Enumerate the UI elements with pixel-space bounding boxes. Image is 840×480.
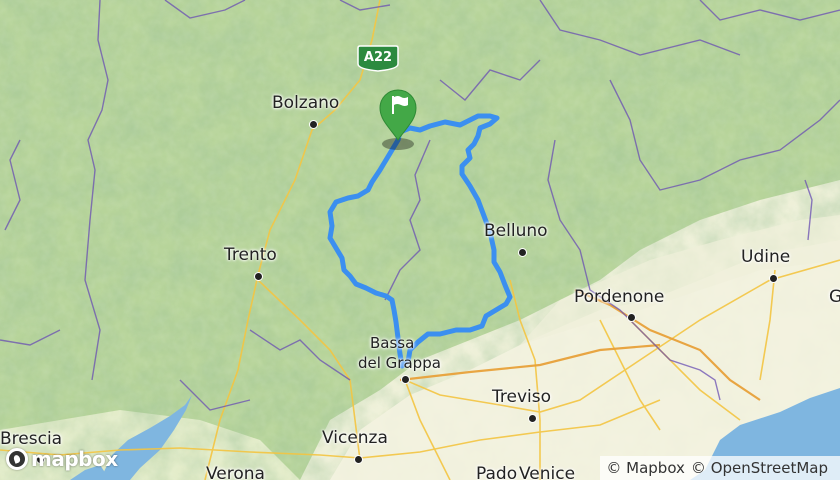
city-label-vicenza: Vicenza (322, 428, 388, 448)
city-label-edge: G (829, 287, 840, 307)
city-dot-bolzano (309, 120, 318, 129)
map-canvas[interactable]: A22 Bolzano Trento Belluno Udine Pordeno… (0, 0, 840, 480)
city-label-bolzano: Bolzano (272, 93, 340, 113)
city-label-pordenone: Pordenone (574, 287, 665, 307)
city-label-padova: Pado (476, 464, 518, 480)
city-label-trento: Trento (224, 245, 277, 265)
city-label-bassano-line1: Bassa (370, 334, 415, 352)
highway-label: A22 (363, 50, 393, 65)
city-dot-bassano (401, 375, 410, 384)
attribution-osm-link[interactable]: © OpenStreetMap (691, 459, 828, 477)
mapbox-logo-text: mapbox (31, 447, 118, 471)
city-label-udine: Udine (741, 247, 791, 267)
terrain-layer (0, 0, 840, 480)
start-marker[interactable] (368, 82, 428, 162)
city-dot-pordenone (627, 313, 636, 322)
city-dot-treviso (528, 414, 537, 423)
city-label-belluno: Belluno (484, 221, 548, 241)
city-dot-udine (769, 274, 778, 283)
city-label-bassano-line2: del Grappa (358, 354, 441, 372)
city-dot-vicenza (354, 455, 363, 464)
mapbox-logo-icon (6, 448, 28, 470)
attribution-mapbox-link[interactable]: © Mapbox (606, 459, 685, 477)
city-label-verona: Verona (206, 464, 265, 480)
city-label-venice: Venice (519, 464, 576, 480)
city-dot-trento (254, 272, 263, 281)
mapbox-logo[interactable]: mapbox (6, 446, 118, 472)
city-dot-belluno (518, 248, 527, 257)
city-label-treviso: Treviso (492, 387, 552, 407)
attribution: © Mapbox © OpenStreetMap (600, 456, 840, 480)
